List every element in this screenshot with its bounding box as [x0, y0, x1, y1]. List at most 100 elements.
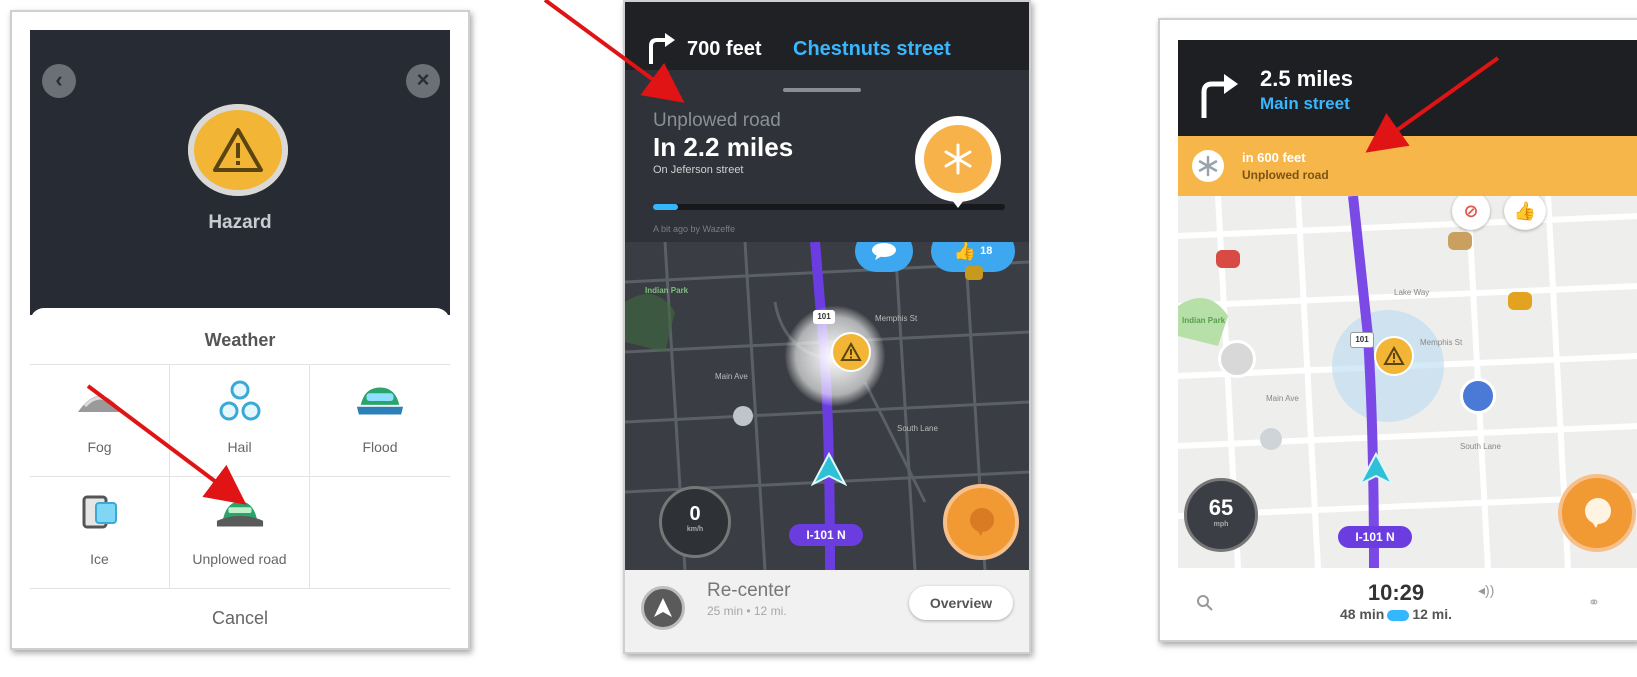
drag-handle[interactable]	[783, 88, 861, 92]
not-there-icon: ⊘	[1463, 200, 1479, 221]
hazard-label: Hazard	[208, 212, 272, 233]
thumbs-count: 18	[980, 245, 993, 257]
wazer-avatar-icon[interactable]	[1218, 340, 1256, 378]
alert-banner[interactable]: in 600 feet Unplowed road	[1178, 136, 1637, 196]
car-icon	[965, 266, 983, 280]
turn-distance: 2.5 miles	[1260, 66, 1353, 91]
alert-type: Unplowed road	[653, 110, 781, 131]
option-label: Unplowed road	[192, 551, 287, 567]
car-icon	[1216, 250, 1240, 268]
speedometer: 0 km/h	[659, 486, 731, 558]
option-unplowed-road[interactable]: Unplowed road	[170, 477, 310, 589]
turn-right-icon	[1201, 74, 1238, 118]
speed-unit: mph	[1213, 521, 1229, 528]
option-label: Hail	[227, 439, 252, 455]
option-fog[interactable]: Fog	[30, 365, 170, 477]
report-hazard-screen: ‹ × Hazard Weather Fog Hail Flood Ice Un…	[10, 10, 470, 650]
search-icon[interactable]	[1196, 594, 1214, 612]
speedometer: 65 mph	[1184, 478, 1258, 552]
map-label: Memphis St	[875, 314, 918, 323]
highway-shield: 101	[1350, 332, 1374, 348]
snowflake-icon	[924, 125, 992, 193]
turn-instruction-bar: 2.5 miles Main street	[1178, 40, 1637, 136]
close-button[interactable]: ×	[406, 64, 440, 98]
alert-type: Unplowed road	[1242, 168, 1329, 182]
turn-instruction-bar: 700 feet Chestnuts street	[625, 2, 1029, 70]
map-label: Main Ave	[1266, 394, 1299, 403]
cancel-button[interactable]: Cancel	[30, 608, 450, 629]
navigation-banner-screen: 2.5 miles Main street in 600 feet Unplow…	[1158, 18, 1637, 642]
alert-distance: in 600 feet	[1242, 150, 1306, 165]
turn-street: Chestnuts street	[793, 38, 951, 60]
option-empty	[310, 477, 450, 589]
ice-icon	[75, 491, 125, 535]
comment-button[interactable]	[855, 242, 913, 272]
comment-icon	[872, 243, 896, 260]
option-label: Fog	[87, 439, 112, 455]
sheet-title: Weather	[204, 330, 276, 350]
alert-street: On Jeferson street	[653, 164, 744, 176]
snowflake-marker-icon[interactable]	[733, 406, 753, 426]
chevron-left-icon: ‹	[55, 67, 63, 92]
map-label: Lake Way	[1394, 288, 1430, 297]
weather-options-grid: Fog Hail Flood Ice Unplowed road	[30, 364, 450, 589]
alert-details-panel[interactable]: Unplowed road In 2.2 miles On Jeferson s…	[625, 70, 1029, 242]
car-icon	[1508, 292, 1532, 310]
back-button[interactable]: ‹	[42, 64, 76, 98]
eta-summary: 48 min 12 mi.	[1296, 606, 1496, 622]
unplowed-road-icon	[215, 491, 265, 535]
hazard-warning-icon	[213, 128, 263, 172]
overview-button[interactable]: Overview	[909, 586, 1013, 620]
alert-distance: In 2.2 miles	[653, 132, 794, 162]
map-label: Indian Park	[645, 286, 689, 295]
car-settings-icon[interactable]: ⚭	[1588, 594, 1600, 611]
map-label: Indian Park	[1182, 316, 1226, 325]
sound-icon[interactable]: ◂))	[1478, 582, 1494, 599]
turn-distance: 700 feet	[687, 38, 762, 60]
speed-unit: km/h	[686, 526, 704, 533]
hazard-marker-icon[interactable]	[1374, 336, 1414, 376]
navigation-arrow-icon	[1358, 452, 1394, 487]
navigation-alert-screen: 700 feet Chestnuts street Unplowed road …	[623, 0, 1031, 654]
map-label: Main Ave	[715, 372, 748, 381]
thumbs-up-icon: 👍	[1513, 200, 1537, 221]
map-view[interactable]: ⊘ 👍 Lake Way Indian Park Memphis St Main…	[1178, 196, 1637, 568]
car-icon	[1448, 232, 1472, 250]
alert-bubble	[915, 116, 1001, 208]
report-bubble-icon	[1585, 498, 1611, 528]
report-bubble-icon	[970, 508, 994, 536]
option-flood[interactable]: Flood	[310, 365, 450, 477]
route-label: I-101 N	[789, 524, 863, 546]
arrival-time: 10:29	[1367, 580, 1425, 605]
recenter-button[interactable]	[641, 586, 685, 630]
option-ice[interactable]: Ice	[30, 477, 170, 589]
snowflake-icon	[1192, 150, 1224, 182]
highway-shield: 101	[813, 310, 835, 324]
map-label: South Lane	[897, 424, 938, 433]
map-label: Memphis St	[1420, 338, 1463, 347]
bottom-bar: 10:29 48 min 12 mi. ◂)) ⚭	[1178, 568, 1637, 640]
snowflake-marker-icon[interactable]	[1260, 428, 1282, 450]
report-button[interactable]	[943, 484, 1019, 560]
recenter-subtitle: 25 min • 12 mi.	[707, 604, 787, 618]
speed-value: 0	[689, 503, 701, 525]
route-label: I-101 N	[1338, 526, 1412, 548]
navigation-arrow-icon	[811, 452, 847, 487]
turn-right-icon	[649, 33, 675, 64]
weather-sheet: Weather Fog Hail Flood Ice Unplowed road…	[30, 308, 450, 648]
hazard-category-badge[interactable]	[188, 104, 288, 196]
map-view[interactable]: 👍 18 101 Indian Park Memphis St Main Ave …	[625, 242, 1029, 570]
map-label: South Lane	[1460, 442, 1501, 451]
close-icon: ×	[416, 67, 430, 92]
alert-meta: A bit ago by Wazeffe	[653, 224, 736, 234]
police-marker-icon[interactable]	[1460, 378, 1496, 414]
report-button[interactable]	[1558, 474, 1636, 552]
thumbs-up-icon: 👍	[953, 242, 977, 261]
alert-progress-fill	[653, 204, 678, 210]
option-hail[interactable]: Hail	[170, 365, 310, 477]
hazard-marker-icon[interactable]	[831, 332, 871, 372]
recenter-title[interactable]: Re-center	[707, 580, 790, 602]
car-icon	[1387, 609, 1410, 621]
flood-icon	[355, 379, 405, 423]
option-label: Flood	[362, 439, 398, 455]
